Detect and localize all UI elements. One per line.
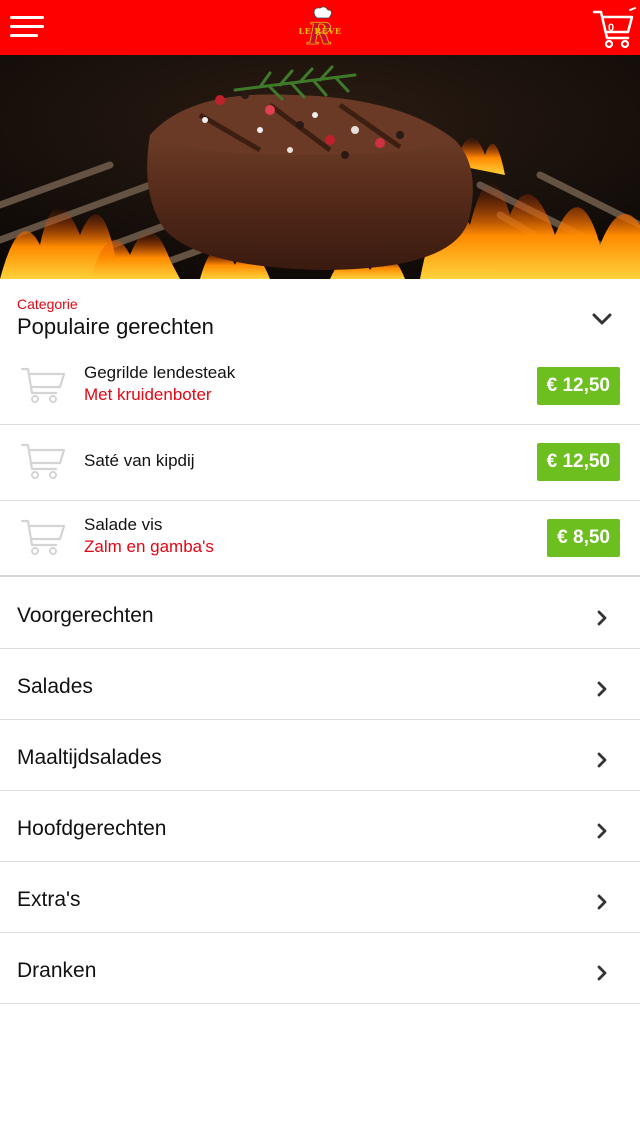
category-item-voorgerechten[interactable]: Voorgerechten <box>0 578 640 649</box>
category-item-label: Dranken <box>17 959 97 982</box>
chevron-right-icon <box>597 610 607 626</box>
category-item-label: Salades <box>17 675 93 698</box>
product-item[interactable]: Salade vis Zalm en gamba's € 8,50 <box>0 501 640 577</box>
category-list: Voorgerechten Salades Maaltijdsalades Ho… <box>0 578 640 1004</box>
category-item-label: Voorgerechten <box>17 604 154 627</box>
product-price-button[interactable]: € 12,50 <box>536 367 620 405</box>
product-name: Gegrilde lendesteak <box>84 363 236 382</box>
steak-grill-image <box>0 55 640 279</box>
add-to-cart-icon[interactable] <box>20 441 66 481</box>
app-header: R LE RÊVE 0 <box>0 0 640 55</box>
product-name: Saté van kipdij <box>84 451 195 470</box>
hamburger-icon <box>10 16 44 19</box>
chevron-right-icon <box>597 752 607 768</box>
category-item-label: Hoofdgerechten <box>17 817 167 840</box>
add-to-cart-icon[interactable] <box>20 517 66 557</box>
cart-count-badge: 0 <box>607 22 615 34</box>
category-item-hoofdgerechten[interactable]: Hoofdgerechten <box>0 791 640 862</box>
cart-button[interactable]: 0 <box>592 6 636 50</box>
category-item-extras[interactable]: Extra's <box>0 862 640 933</box>
product-subtitle: Zalm en gamba's <box>84 537 214 556</box>
category-label: Categorie <box>17 296 78 312</box>
product-price-button[interactable]: € 12,50 <box>536 443 620 481</box>
hero-image <box>0 55 640 279</box>
chevron-right-icon <box>597 681 607 697</box>
category-selector[interactable]: Categorie Populaire gerechten <box>0 279 640 349</box>
chevron-right-icon <box>597 965 607 981</box>
product-list: Gegrilde lendesteak Met kruidenboter € 1… <box>0 349 640 577</box>
chevron-down-icon <box>592 313 612 325</box>
logo-text: LE RÊVE <box>298 26 342 36</box>
chevron-right-icon <box>597 894 607 910</box>
product-price-button[interactable]: € 8,50 <box>547 519 620 557</box>
category-item-salades[interactable]: Salades <box>0 649 640 720</box>
category-item-label: Maaltijdsalades <box>17 746 162 769</box>
product-item[interactable]: Saté van kipdij € 12,50 <box>0 425 640 501</box>
category-title: Populaire gerechten <box>17 314 214 339</box>
add-to-cart-icon[interactable] <box>20 365 66 405</box>
restaurant-logo[interactable]: R LE RÊVE <box>296 4 344 52</box>
category-item-maaltijdsalades[interactable]: Maaltijdsalades <box>0 720 640 791</box>
category-item-label: Extra's <box>17 888 81 911</box>
product-item[interactable]: Gegrilde lendesteak Met kruidenboter € 1… <box>0 349 640 425</box>
product-name: Salade vis <box>84 515 163 534</box>
hamburger-menu-button[interactable] <box>10 16 46 38</box>
chevron-right-icon <box>597 823 607 839</box>
product-subtitle: Met kruidenboter <box>84 385 212 404</box>
category-item-dranken[interactable]: Dranken <box>0 933 640 1004</box>
